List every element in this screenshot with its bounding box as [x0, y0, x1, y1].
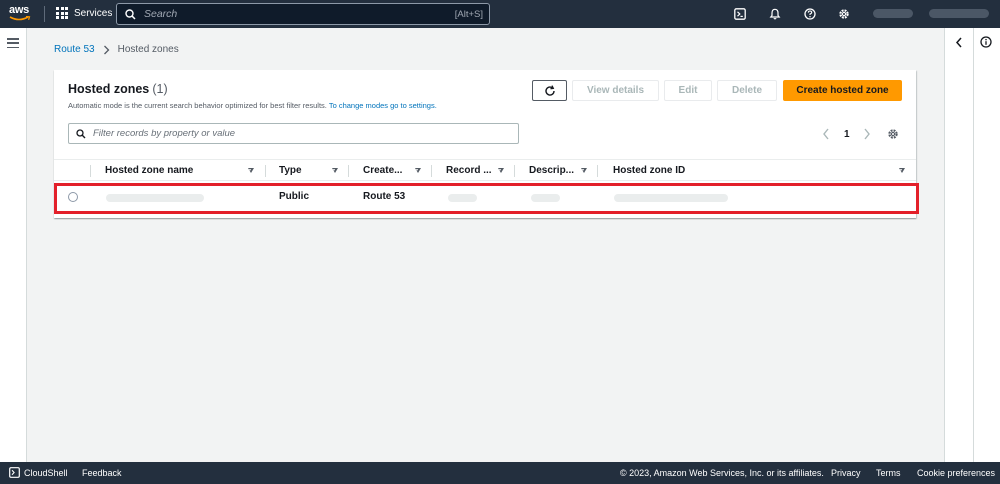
rail-divider — [973, 28, 974, 462]
search-mode-description: Automatic mode is the current search beh… — [68, 101, 327, 110]
sort-icon[interactable] — [899, 168, 905, 173]
settings-gear-icon[interactable] — [838, 8, 850, 20]
row-highlight-box — [54, 183, 919, 214]
account-menu-placeholder[interactable] — [929, 9, 989, 18]
column-header-hosted-zone-id[interactable]: Hosted zone ID — [613, 165, 685, 176]
top-navigation: aws Services Search [Alt+S] — [0, 0, 1000, 28]
search-shortcut: [Alt+S] — [454, 8, 483, 20]
search-icon — [76, 128, 86, 138]
footer: CloudShell Feedback © 2023, Amazon Web S… — [0, 462, 1000, 484]
previous-page-icon[interactable] — [822, 128, 830, 140]
services-label: Services — [74, 7, 113, 19]
search-input[interactable]: Search [Alt+S] — [116, 3, 490, 25]
chevron-left-icon[interactable] — [955, 37, 963, 48]
breadcrumb: Route 53 Hosted zones — [54, 44, 179, 55]
account-region-placeholder[interactable] — [873, 9, 913, 18]
aws-logo-text: aws — [9, 4, 29, 16]
table-header: Hosted zone name Type Create... Record .… — [54, 159, 916, 181]
grid-icon — [56, 7, 68, 19]
left-navigation-rail — [0, 28, 27, 462]
pagination: 1 — [822, 128, 871, 140]
cookie-preferences-link[interactable]: Cookie preferences — [917, 468, 995, 478]
page-title: Hosted zones — [68, 82, 150, 96]
hosted-zone-count: (1) — [152, 82, 168, 96]
sort-icon[interactable] — [581, 168, 587, 173]
cloudshell-link[interactable]: CloudShell — [24, 468, 68, 478]
panel-description: Automatic mode is the current search beh… — [68, 101, 437, 110]
edit-button[interactable]: Edit — [664, 80, 712, 101]
sort-icon[interactable] — [248, 168, 254, 173]
search-placeholder: Search — [144, 8, 178, 20]
cloudshell-icon[interactable] — [9, 467, 20, 478]
right-tools-rail — [944, 28, 1000, 462]
column-separator — [431, 165, 432, 177]
aws-logo[interactable]: aws — [9, 5, 35, 23]
copyright-text: © 2023, Amazon Web Services, Inc. or its… — [620, 468, 824, 478]
create-hosted-zone-button[interactable]: Create hosted zone — [783, 80, 902, 101]
column-header-type[interactable]: Type — [279, 165, 302, 176]
table-preferences-gear-icon[interactable] — [887, 128, 899, 140]
change-modes-link[interactable]: To change modes go to settings. — [329, 101, 437, 110]
column-header-created-by[interactable]: Create... — [363, 165, 402, 176]
search-icon — [125, 8, 136, 20]
sort-icon[interactable] — [415, 168, 421, 173]
next-page-icon[interactable] — [863, 128, 871, 140]
nav-divider — [44, 6, 45, 22]
view-details-button[interactable]: View details — [572, 80, 659, 101]
sort-icon[interactable] — [498, 168, 504, 173]
feedback-link[interactable]: Feedback — [82, 468, 122, 478]
column-separator — [265, 165, 266, 177]
column-separator — [90, 165, 91, 177]
filter-placeholder: Filter records by property or value — [93, 128, 236, 139]
panel-header: Hosted zones (1) — [68, 82, 168, 96]
refresh-icon — [544, 84, 555, 96]
breadcrumb-route53-link[interactable]: Route 53 — [54, 44, 95, 55]
help-icon[interactable] — [804, 8, 816, 20]
info-icon[interactable] — [980, 36, 992, 48]
sort-icon[interactable] — [332, 168, 338, 173]
filter-records-input[interactable]: Filter records by property or value — [68, 123, 519, 144]
privacy-link[interactable]: Privacy — [831, 468, 861, 478]
cloudshell-icon[interactable] — [734, 8, 746, 20]
column-separator — [514, 165, 515, 177]
breadcrumb-current: Hosted zones — [117, 44, 179, 55]
column-separator — [348, 165, 349, 177]
column-header-record-count[interactable]: Record ... — [446, 165, 492, 176]
current-page-number[interactable]: 1 — [844, 129, 850, 140]
delete-button[interactable]: Delete — [717, 80, 777, 101]
column-header-hosted-zone-name[interactable]: Hosted zone name — [105, 165, 193, 176]
services-menu-button[interactable]: Services — [56, 7, 112, 19]
refresh-button[interactable] — [532, 80, 567, 101]
aws-smile-icon — [9, 16, 31, 21]
terms-link[interactable]: Terms — [876, 468, 901, 478]
hamburger-menu-icon[interactable] — [7, 38, 19, 49]
column-separator — [597, 165, 598, 177]
chevron-right-icon — [103, 45, 110, 54]
bell-icon[interactable] — [769, 8, 781, 20]
column-header-description[interactable]: Descrip... — [529, 165, 574, 176]
